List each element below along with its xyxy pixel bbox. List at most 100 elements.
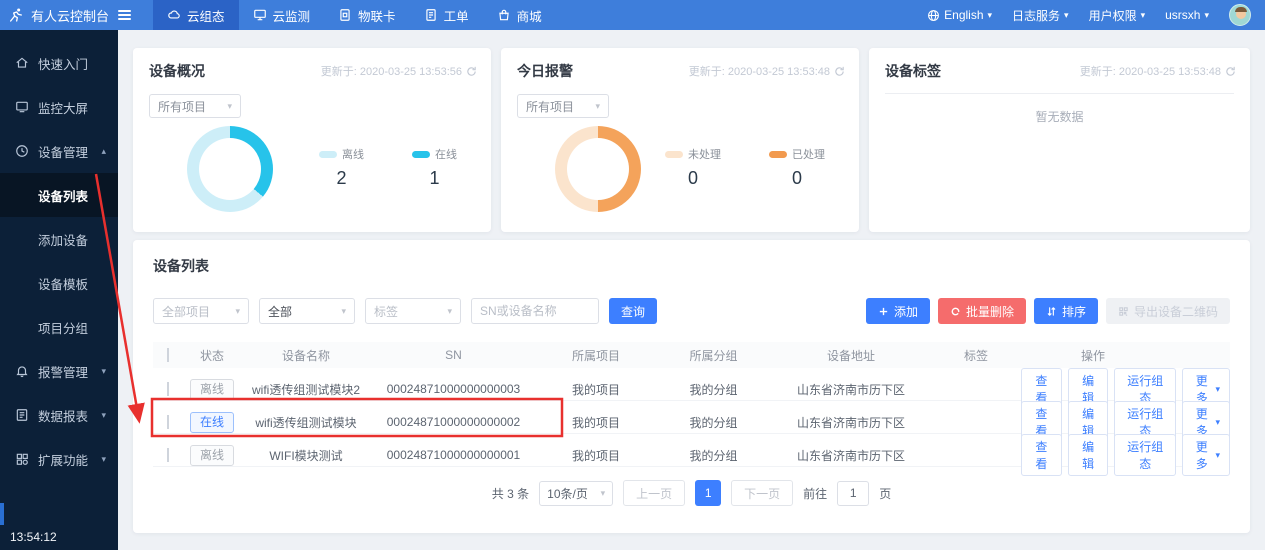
bulk-delete-button[interactable]: 批量删除 [937, 298, 1026, 324]
caret-down-icon: ▾ [600, 487, 606, 498]
legend-value: 1 [429, 168, 440, 188]
legend-label: 已处理 [792, 149, 825, 161]
brand-title: 有人云控制台 [31, 8, 110, 24]
search-input[interactable] [471, 298, 599, 324]
card-title: 设备标签 [885, 63, 941, 79]
caret-down-icon: ▾ [1215, 383, 1221, 394]
sidebar-item-label: 添加设备 [38, 233, 89, 248]
sidebar-item-label: 设备管理 [38, 145, 89, 160]
tab-cloud-monitor[interactable]: 云监测 [239, 0, 325, 30]
sort-button[interactable]: 排序 [1033, 298, 1098, 324]
sidebar-item-device-management[interactable]: 设备管理 ▴ [0, 129, 118, 173]
run-config-button[interactable]: 运行组态 [1114, 434, 1176, 476]
caret-down-icon: ▾ [101, 409, 106, 420]
alarm-status-donut [555, 126, 641, 212]
device-address: 山东省济南市历下区 [796, 382, 905, 397]
col-device-name: 设备名称 [281, 348, 330, 363]
sidebar-item-quick-start[interactable]: 快速入门 [0, 41, 118, 85]
device-clock-icon [16, 145, 28, 157]
globe-icon [928, 9, 940, 21]
search-button[interactable]: 查询 [609, 298, 658, 324]
permissions-menu[interactable]: 用户权限 ▾ [1089, 7, 1146, 24]
caret-down-icon: ▾ [101, 453, 106, 464]
goto-suffix: 页 [879, 486, 892, 501]
edge-artifact [0, 503, 4, 525]
export-qr-button[interactable]: 导出设备二维码 [1105, 298, 1230, 324]
project-filter-select[interactable]: 所有项目 ▾ [517, 94, 609, 118]
sidebar-item-project-group[interactable]: 项目分组 [0, 305, 118, 349]
next-page-button[interactable]: 下一页 [731, 480, 794, 506]
sidebar-item-data-report[interactable]: 数据报表 ▾ [0, 393, 118, 437]
more-button[interactable]: 更多 ▾ [1181, 434, 1231, 476]
qr-code-icon [1119, 306, 1128, 316]
device-group: 我的分组 [689, 448, 738, 463]
button-label: 导出设备二维码 [1133, 304, 1218, 319]
prev-page-button[interactable]: 上一页 [623, 480, 686, 506]
card-today-alarms: 今日报警 更新于: 2020-03-25 13:53:48 所有项目 ▾ 未处理… [501, 48, 859, 232]
edit-button[interactable]: 编辑 [1067, 434, 1109, 476]
tag-select[interactable]: 标签 ▾ [365, 298, 461, 324]
button-label: 更多 [1195, 440, 1208, 471]
col-sn: SN [445, 348, 462, 362]
device-address: 山东省济南市历下区 [796, 448, 905, 463]
tab-cloud-config[interactable]: 云组态 [153, 0, 239, 30]
sidebar-item-device-template[interactable]: 设备模板 [0, 261, 118, 305]
button-label: 批量删除 [965, 304, 1014, 319]
legend-value: 0 [791, 168, 802, 188]
user-menu[interactable]: usrsxh ▾ [1165, 8, 1209, 22]
sidebar-item-alarm-management[interactable]: 报警管理 ▾ [0, 349, 118, 393]
empty-placeholder: 暂无数据 [1035, 110, 1084, 124]
sidebar-item-label: 监控大屏 [38, 101, 89, 116]
status-badge: 离线 [189, 378, 234, 400]
card-title: 设备概况 [149, 63, 205, 79]
main-content: 设备概况 更新于: 2020-03-25 13:53:56 所有项目 ▾ 离线 … [118, 30, 1265, 550]
sidebar-item-extensions[interactable]: 扩展功能 ▾ [0, 437, 118, 481]
main-nav: 云组态 云监测 物联卡 工单 商城 [153, 0, 556, 30]
log-service-label: 日志服务 [1012, 8, 1061, 23]
tab-mall[interactable]: 商城 [483, 0, 556, 30]
brand: 有人云控制台 [0, 6, 141, 25]
language-menu[interactable]: English ▾ [927, 8, 992, 22]
updated-text: 更新于: 2020-03-25 13:53:56 [320, 66, 462, 78]
avatar[interactable] [1229, 4, 1251, 26]
updated-at: 更新于: 2020-03-25 13:53:48 [1080, 63, 1236, 79]
select-all-checkbox[interactable] [167, 348, 169, 362]
project-filter-select[interactable]: 所有项目 ▾ [149, 94, 241, 118]
page-size-select[interactable]: 10条/页 ▾ [539, 480, 614, 506]
refresh-icon[interactable] [834, 66, 845, 77]
sidebar-item-label: 数据报表 [38, 409, 89, 424]
caret-down-icon: ▾ [1215, 416, 1221, 427]
menu-toggle-icon[interactable] [118, 10, 132, 20]
shop-icon [498, 9, 509, 21]
updated-text: 更新于: 2020-03-25 13:53:48 [688, 66, 830, 78]
device-project: 我的项目 [571, 448, 620, 463]
sidebar-item-device-list[interactable]: 设备列表 [0, 173, 118, 217]
refresh-icon[interactable] [1225, 66, 1236, 77]
refresh-icon[interactable] [466, 66, 477, 77]
view-button[interactable]: 查看 [1021, 434, 1062, 476]
page-number-active[interactable]: 1 [695, 480, 722, 506]
sim-card-icon [340, 9, 350, 21]
row-checkbox[interactable] [167, 415, 169, 429]
select-value: 10条/页 [547, 486, 588, 501]
legend-swatch [319, 150, 337, 158]
permissions-label: 用户权限 [1088, 8, 1137, 23]
legend-swatch [665, 150, 683, 158]
sidebar-item-monitor-screen[interactable]: 监控大屏 [0, 85, 118, 129]
row-checkbox[interactable] [167, 448, 169, 462]
updated-at: 更新于: 2020-03-25 13:53:48 [689, 63, 845, 79]
device-name: WIFI模块测试 [269, 448, 343, 463]
goto-page-input[interactable] [837, 480, 870, 506]
project-select[interactable]: 全部项目 ▾ [153, 298, 249, 324]
log-service-menu[interactable]: 日志服务 ▾ [1012, 7, 1069, 24]
add-button[interactable]: 添加 [865, 298, 930, 324]
device-name: wifi透传组测试模块2 [251, 382, 360, 397]
cycle-icon [951, 307, 960, 315]
table-row: 离线 WIFI模块测试 00024871000000000001 我的项目 我的… [153, 434, 1231, 476]
tab-iot-card[interactable]: 物联卡 [324, 0, 410, 30]
card-title: 今日报警 [517, 63, 573, 79]
status-select[interactable]: 全部 ▾ [259, 298, 355, 324]
row-checkbox[interactable] [167, 382, 169, 396]
sidebar-item-add-device[interactable]: 添加设备 [0, 217, 118, 261]
tab-work-order[interactable]: 工单 [410, 0, 483, 30]
